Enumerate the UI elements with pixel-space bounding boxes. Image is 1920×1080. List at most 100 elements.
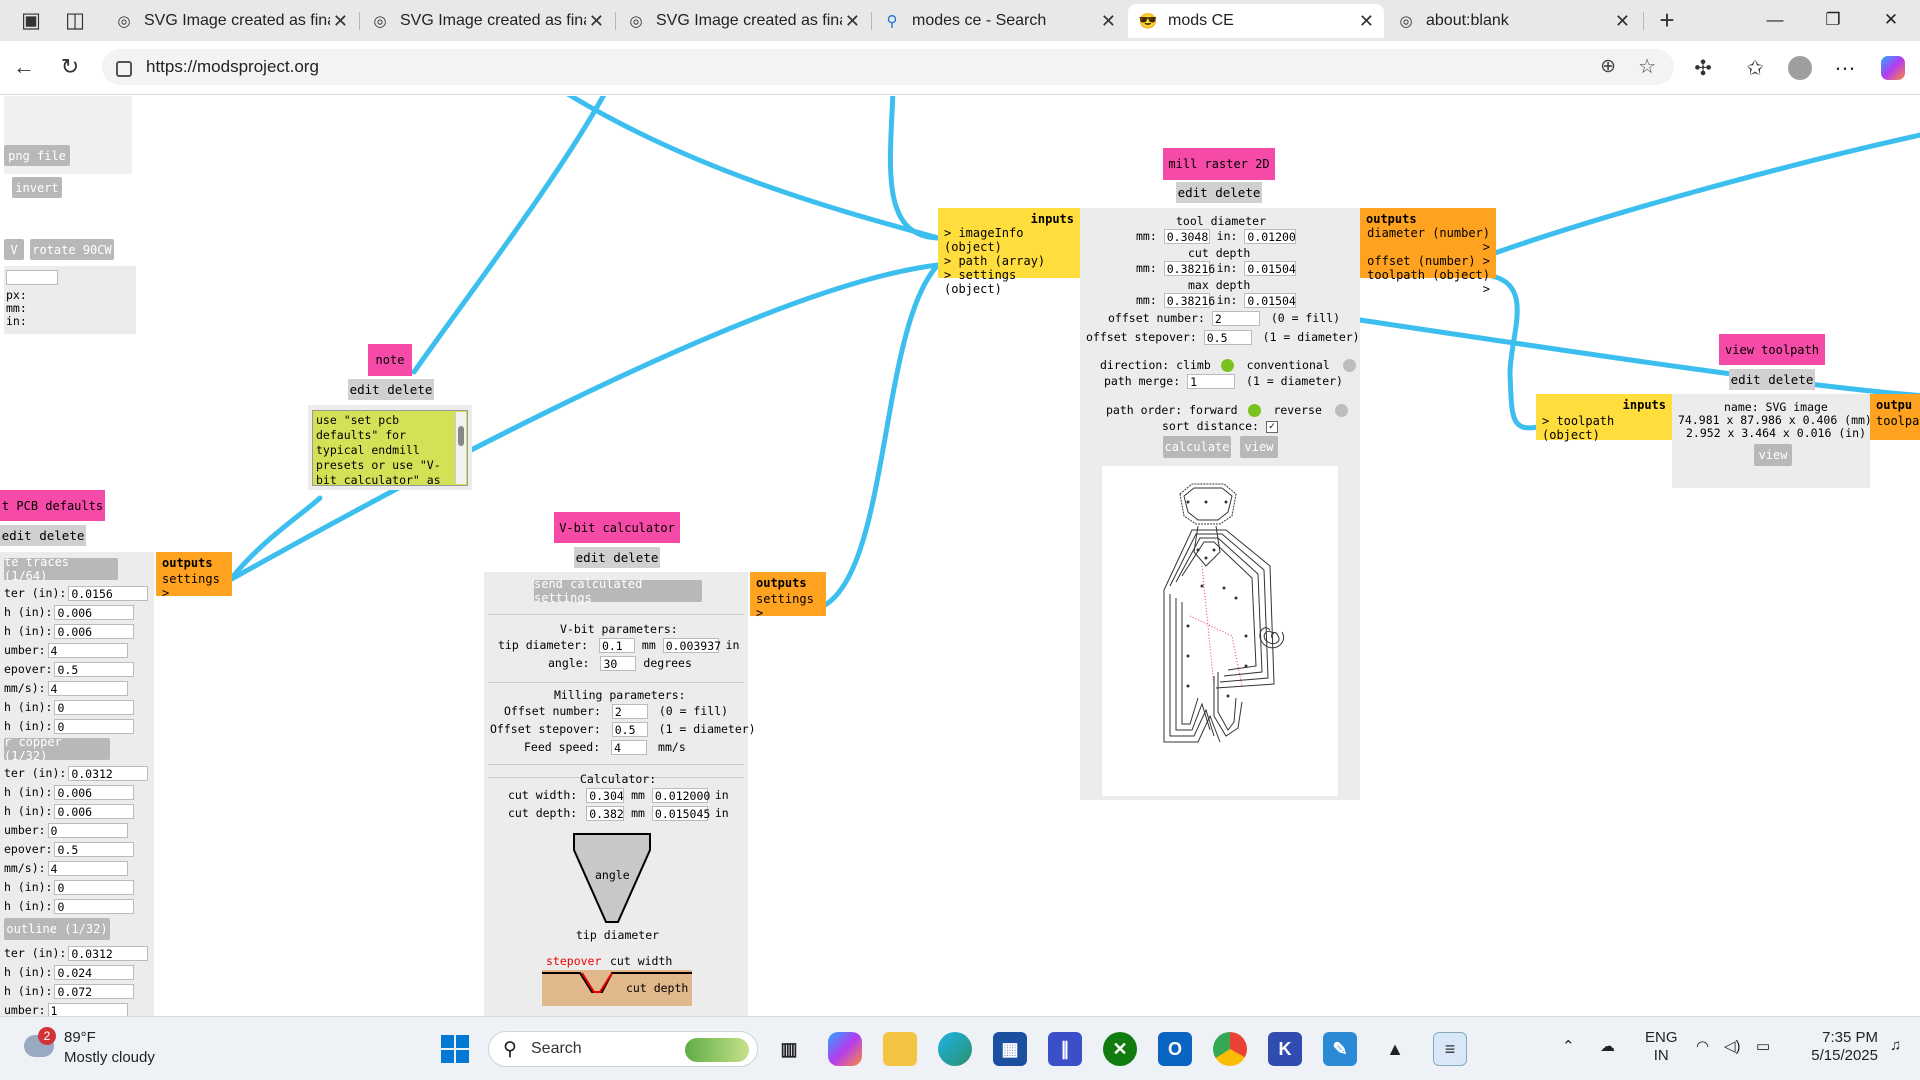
view-button[interactable]: view xyxy=(1754,444,1792,466)
module-title[interactable]: note xyxy=(368,344,412,376)
setting-input[interactable]: 0.072 xyxy=(54,984,135,999)
input-path[interactable]: > path (array) xyxy=(944,254,1074,268)
close-tab-icon[interactable]: ✕ xyxy=(1615,11,1630,32)
tab-search[interactable]: ⚲ modes ce - Search ✕ xyxy=(872,4,1126,38)
input-imageinfo[interactable]: > imageInfo (object) xyxy=(944,226,1074,254)
edit-delete-button[interactable]: edit delete xyxy=(348,379,434,400)
offset-number-input[interactable]: 2 xyxy=(611,704,648,719)
onedrive-icon[interactable]: ☁ xyxy=(1600,1037,1615,1055)
close-tab-icon[interactable]: ✕ xyxy=(845,11,860,32)
output-toolpath[interactable]: toolpa xyxy=(1876,414,1920,428)
input-toolpath[interactable]: > toolpath (object) xyxy=(1542,414,1666,442)
pcb-outputs-port[interactable]: outputs settings > xyxy=(156,552,232,600)
close-tab-icon[interactable]: ✕ xyxy=(333,11,348,32)
close-tab-icon[interactable]: ✕ xyxy=(1359,11,1374,32)
vbit-outputs-port[interactable]: outputs settings > xyxy=(750,572,826,620)
app-icon-blue[interactable]: ∥ xyxy=(1048,1032,1082,1066)
edit-delete-button[interactable]: edit delete xyxy=(0,525,86,546)
url-bar[interactable]: https://modsproject.org ⊕ ☆ xyxy=(102,49,1674,85)
traces-button[interactable]: te traces (1/64) xyxy=(4,555,118,583)
extensions-icon[interactable]: ✣ xyxy=(1688,53,1718,83)
output-settings[interactable]: settings > xyxy=(756,592,820,620)
profile-avatar-icon[interactable] xyxy=(1785,53,1815,83)
invert-button[interactable]: invert xyxy=(12,177,62,198)
favorites-icon[interactable]: ✩ xyxy=(1740,53,1770,83)
mill-outputs-port[interactable]: outputs diameter (number) > offset (numb… xyxy=(1360,208,1496,296)
close-window-button[interactable]: ✕ xyxy=(1868,6,1914,34)
setting-input[interactable]: 0 xyxy=(54,719,135,734)
max-depth-mm-input[interactable]: 0.38216 xyxy=(1163,293,1215,308)
sort-distance-checkbox[interactable]: ✓ xyxy=(1265,420,1278,433)
offset-number-input[interactable]: 2 xyxy=(1211,311,1260,326)
module-title[interactable]: view toolpath xyxy=(1719,334,1825,365)
chrome-icon[interactable] xyxy=(1213,1032,1247,1066)
taskbar-search[interactable]: ⚲ Search xyxy=(488,1031,758,1067)
view-button[interactable]: view xyxy=(1240,436,1278,458)
reverse-radio[interactable] xyxy=(1334,404,1348,417)
path-merge-input[interactable]: 1 xyxy=(1187,374,1236,389)
dpi-input[interactable] xyxy=(6,270,58,285)
volume-icon[interactable]: ◁) xyxy=(1724,1037,1741,1055)
setting-input[interactable]: 0.0156 xyxy=(68,586,149,601)
scrollbar[interactable] xyxy=(455,412,466,484)
setting-input[interactable]: 0 xyxy=(47,823,128,838)
new-tab-icon[interactable]: + xyxy=(1652,5,1682,35)
output-offset[interactable]: offset (number) > xyxy=(1366,254,1490,268)
forward-radio[interactable] xyxy=(1247,404,1261,417)
back-arrow-icon[interactable]: ← xyxy=(8,51,40,83)
zoom-icon[interactable]: ⊕ xyxy=(1600,55,1616,78)
conventional-radio[interactable] xyxy=(1342,359,1356,372)
edit-delete-button[interactable]: edit delete xyxy=(574,547,660,568)
outlook-icon[interactable]: O xyxy=(1158,1032,1192,1066)
show-hidden-icons[interactable]: ⌃ xyxy=(1562,1037,1575,1055)
cut-depth-in-input[interactable]: 0.01504 xyxy=(1244,261,1297,276)
output-toolpath[interactable]: toolpath (object) > xyxy=(1366,268,1490,296)
workspaces-icon[interactable]: ▣ xyxy=(16,5,46,35)
weather-widget[interactable]: 2 89°F Mostly cloudy xyxy=(20,1027,170,1071)
kicad-icon[interactable]: K xyxy=(1268,1032,1302,1066)
view-inputs-port[interactable]: inputs > toolpath (object) xyxy=(1536,394,1672,442)
setting-input[interactable]: 0 xyxy=(54,899,135,914)
tab-about-blank[interactable]: ◎ about:blank ✕ xyxy=(1386,4,1640,38)
setting-input[interactable]: 0.006 xyxy=(54,624,135,639)
module-title[interactable]: V-bit calculator xyxy=(554,512,680,543)
cut-copper-button[interactable]: r copper (1/32) xyxy=(4,735,110,763)
tab-svg-image-1[interactable]: ◎ SVG Image created as final ✕ xyxy=(104,4,358,38)
inkscape-icon[interactable]: ▲ xyxy=(1378,1032,1412,1066)
calculate-button[interactable]: calculate xyxy=(1163,436,1231,458)
output-diameter[interactable]: diameter (number) > xyxy=(1366,226,1490,254)
edit-delete-button[interactable]: edit delete xyxy=(1176,182,1262,203)
favorite-star-icon[interactable]: ☆ xyxy=(1638,54,1656,79)
restore-button[interactable]: ❐ xyxy=(1810,6,1856,34)
setting-input[interactable]: 0.0312 xyxy=(68,946,149,961)
input-settings[interactable]: > settings (object) xyxy=(944,268,1074,296)
close-tab-icon[interactable]: ✕ xyxy=(589,11,604,32)
send-calculated-settings-button[interactable]: send calculated settings xyxy=(534,577,702,605)
setting-input[interactable]: 4 xyxy=(47,861,128,876)
offset-stepover-input[interactable]: 0.5 xyxy=(1203,330,1252,345)
tab-svg-image-2[interactable]: ◎ SVG Image created as final ✕ xyxy=(360,4,614,38)
xbox-icon[interactable]: ✕ xyxy=(1103,1032,1137,1066)
module-title[interactable]: mill raster 2D xyxy=(1163,148,1275,180)
setting-input[interactable]: 0.006 xyxy=(54,804,135,819)
view-outputs-port-partial[interactable]: outpu toolpa xyxy=(1870,394,1920,440)
rotate-90cw-button[interactable]: rotate 90CW xyxy=(30,239,114,260)
tool-diameter-in-input[interactable]: 0.01200 xyxy=(1244,229,1297,244)
paint-icon[interactable]: ✎ xyxy=(1323,1032,1357,1066)
output-settings[interactable]: settings > xyxy=(162,572,226,600)
minimize-button[interactable]: — xyxy=(1752,6,1798,34)
file-explorer-icon[interactable] xyxy=(883,1032,917,1066)
feed-speed-input[interactable]: 4 xyxy=(611,740,648,755)
outline-button[interactable]: outline (1/32) xyxy=(4,918,110,940)
microsoft-store-icon[interactable]: ▦ xyxy=(993,1032,1027,1066)
setting-input[interactable]: 4 xyxy=(47,643,128,658)
tip-diameter-mm-input[interactable]: 0.1 xyxy=(598,638,635,653)
edge-browser-icon[interactable] xyxy=(938,1032,972,1066)
clock[interactable]: 7:35 PM 5/15/2025 xyxy=(1796,1029,1878,1065)
cut-depth-mm-input[interactable]: 0.38216 xyxy=(1163,261,1215,276)
more-menu-icon[interactable]: ⋯ xyxy=(1830,53,1860,83)
start-windows-icon[interactable] xyxy=(438,1032,472,1066)
setting-input[interactable]: 0.0312 xyxy=(68,766,149,781)
climb-radio[interactable] xyxy=(1220,359,1234,372)
language-indicator[interactable]: ENG IN xyxy=(1645,1029,1678,1065)
